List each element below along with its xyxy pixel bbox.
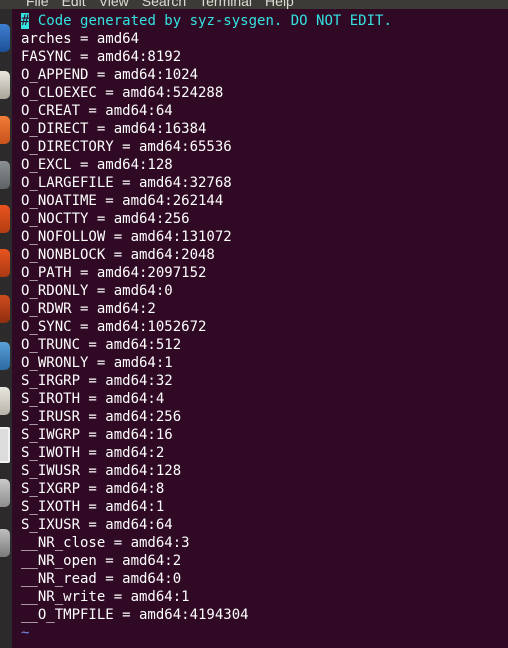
terminal-text-area[interactable]: # Code generated by syz-sysgen. DO NOT E… xyxy=(21,12,508,648)
file-line: __NR_write = amd64:1 xyxy=(21,589,190,605)
menu-items: File Edit View Search Terminal Help xyxy=(26,0,294,9)
file-line: arches = amd64 xyxy=(21,31,140,47)
file-line: __NR_close = amd64:3 xyxy=(21,535,190,551)
file-line: S_IROTH = amd64:4 xyxy=(21,391,165,407)
libreoffice-icon[interactable] xyxy=(0,387,10,415)
disk-icon[interactable] xyxy=(0,479,10,507)
firefox-icon[interactable] xyxy=(0,116,10,144)
file-line: O_APPEND = amd64:1024 xyxy=(21,67,199,83)
file-line: O_NOATIME = amd64:262144 xyxy=(21,193,224,209)
file-line: O_EXCL = amd64:128 xyxy=(21,157,173,173)
menu-search[interactable]: Search xyxy=(142,0,186,9)
file-line: O_NOFOLLOW = amd64:131072 xyxy=(21,229,232,245)
system-settings-icon[interactable] xyxy=(0,161,10,189)
file-line: S_IRUSR = amd64:256 xyxy=(21,409,182,425)
ubuntu-software-icon[interactable] xyxy=(0,205,10,233)
file-line: S_IXUSR = amd64:64 xyxy=(21,517,173,533)
menu-terminal[interactable]: Terminal xyxy=(199,0,252,9)
file-line: O_WRONLY = amd64:1 xyxy=(21,355,173,371)
header-comment-line: # Code generated by syz-sysgen. DO NOT E… xyxy=(21,12,508,30)
ubuntu-icon[interactable] xyxy=(0,249,10,277)
file-line: O_DIRECT = amd64:16384 xyxy=(21,121,207,137)
menu-edit[interactable]: Edit xyxy=(62,0,86,9)
menu-view[interactable]: View xyxy=(99,0,129,9)
file-line: S_IXOTH = amd64:1 xyxy=(21,499,165,515)
file-line: O_CLOEXEC = amd64:524288 xyxy=(21,85,224,101)
menu-help[interactable]: Help xyxy=(265,0,294,9)
launcher xyxy=(0,9,12,648)
file-line: S_IWOTH = amd64:2 xyxy=(21,445,165,461)
file-line: __O_TMPFILE = amd64:4194304 xyxy=(21,607,249,623)
file-line: O_SYNC = amd64:1052672 xyxy=(21,319,207,335)
menu-file[interactable]: File xyxy=(26,0,49,9)
file-lines: arches = amd64 FASYNC = amd64:8192 O_APPEN… xyxy=(21,30,508,624)
text-editor-icon[interactable] xyxy=(0,342,10,370)
file-line: S_IWGRP = amd64:16 xyxy=(21,427,173,443)
file-line: S_IWUSR = amd64:128 xyxy=(21,463,182,479)
file-line: O_CREAT = amd64:64 xyxy=(21,103,173,119)
terminal-icon[interactable] xyxy=(0,427,10,463)
document-viewer-icon[interactable] xyxy=(0,71,10,99)
file-line: O_TRUNC = amd64:512 xyxy=(21,337,182,353)
file-line: O_DIRECTORY = amd64:65536 xyxy=(21,139,232,155)
file-line: __NR_read = amd64:0 xyxy=(21,571,182,587)
file-line: FASYNC = amd64:8192 xyxy=(21,49,182,65)
file-line: O_RDONLY = amd64:0 xyxy=(21,283,173,299)
file-line: __NR_open = amd64:2 xyxy=(21,553,182,569)
files-icon[interactable] xyxy=(0,24,10,52)
file-line: O_RDWR = amd64:2 xyxy=(21,301,156,317)
menu-bar: File Edit View Search Terminal Help xyxy=(0,0,508,9)
file-line: O_NOCTTY = amd64:256 xyxy=(21,211,190,227)
file-line: O_NONBLOCK = amd64:2048 xyxy=(21,247,215,263)
file-line: S_IXGRP = amd64:8 xyxy=(21,481,165,497)
file-line: S_IRGRP = amd64:32 xyxy=(21,373,173,389)
app-icon[interactable] xyxy=(0,295,10,323)
file-line: O_PATH = amd64:2097152 xyxy=(21,265,207,281)
file-line: O_LARGEFILE = amd64:32768 xyxy=(21,175,232,191)
header-comment: Code generated by syz-sysgen. DO NOT EDI… xyxy=(29,13,392,29)
trash-icon[interactable] xyxy=(0,529,10,557)
empty-line-tilde: ~ xyxy=(21,625,30,641)
